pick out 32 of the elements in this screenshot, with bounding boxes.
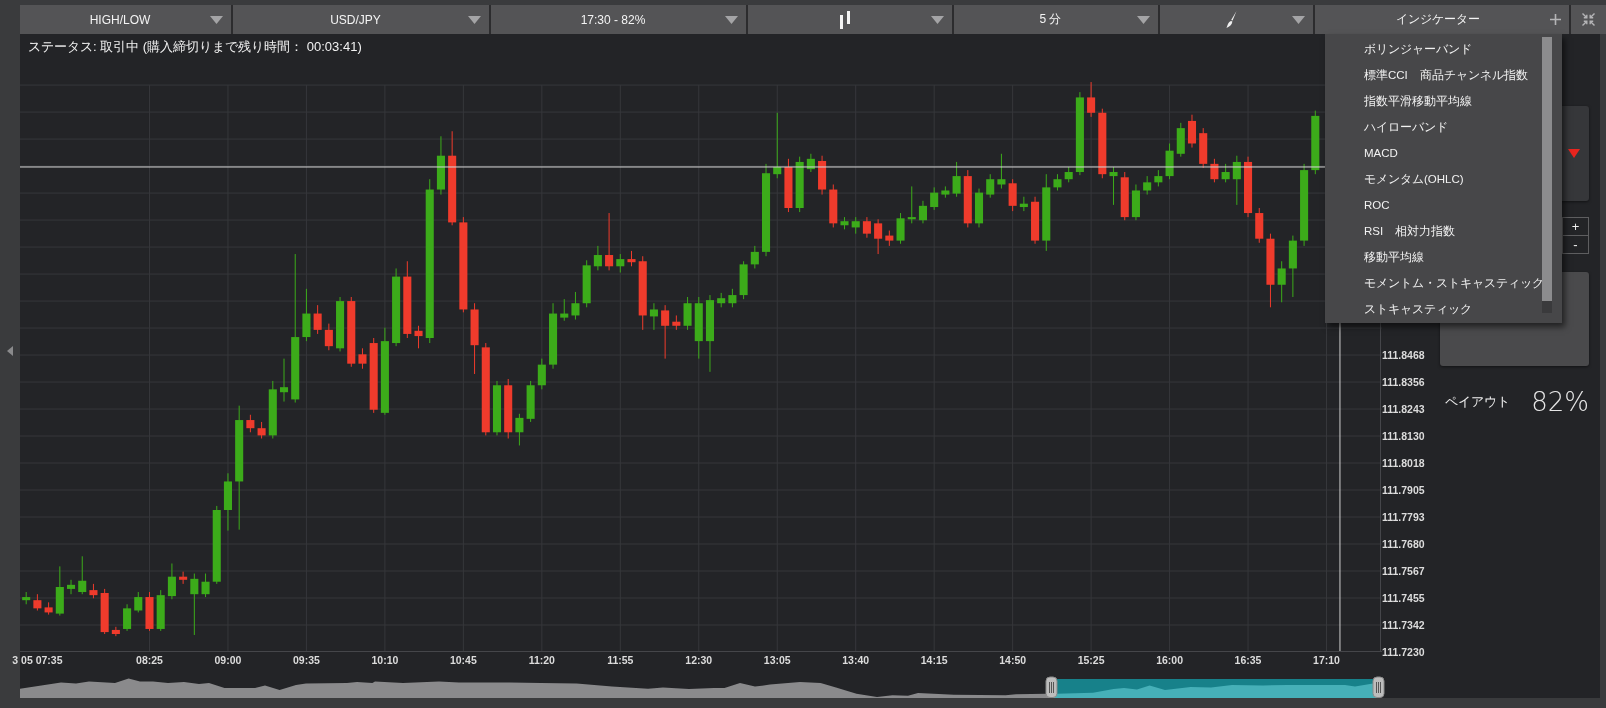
time-label: 13:40: [842, 653, 870, 667]
price-label: 111.8130: [1382, 429, 1425, 444]
time-label: 08:25: [136, 653, 163, 667]
time-label: 17:10: [1313, 653, 1340, 667]
price-label: 111.7342: [1382, 618, 1425, 633]
price-label: 111.7230: [1382, 645, 1425, 659]
time-label: 10:10: [371, 653, 399, 667]
status-text: ステータス: 取引中 (購入締切りまで残り時間： 00:03:41): [28, 38, 362, 56]
price-label: 111.8356: [1382, 374, 1425, 389]
payout-label: ペイアウト: [1445, 393, 1510, 411]
price-label: 111.7680: [1382, 537, 1425, 552]
price-label: 111.7793: [1382, 509, 1425, 524]
time-label: 14:50: [999, 653, 1027, 667]
time-label: 09:35: [293, 653, 320, 667]
price-label: 111.7567: [1382, 564, 1425, 579]
time-label: 16:00: [1156, 653, 1183, 667]
time-label: 16:35: [1234, 653, 1262, 667]
time-label: 11:20: [528, 653, 555, 667]
price-label: 111.8018: [1382, 455, 1425, 470]
price-label: 111.7455: [1382, 591, 1425, 605]
time-label: 14:15: [920, 653, 948, 667]
time-label: 09:00: [214, 653, 242, 667]
price-label: 111.8468: [1382, 348, 1425, 363]
time-label: 3 05 07:35: [12, 653, 63, 667]
time-label: 13:05: [763, 653, 791, 667]
time-label: 10:45: [449, 653, 477, 667]
price-label: 111.8243: [1382, 402, 1425, 416]
payout-value: 82%: [1531, 387, 1589, 417]
time-label: 15:25: [1077, 653, 1105, 667]
time-label: 11:55: [607, 653, 634, 667]
time-label: 12:30: [685, 653, 713, 667]
price-label: 111.7905: [1382, 483, 1425, 498]
